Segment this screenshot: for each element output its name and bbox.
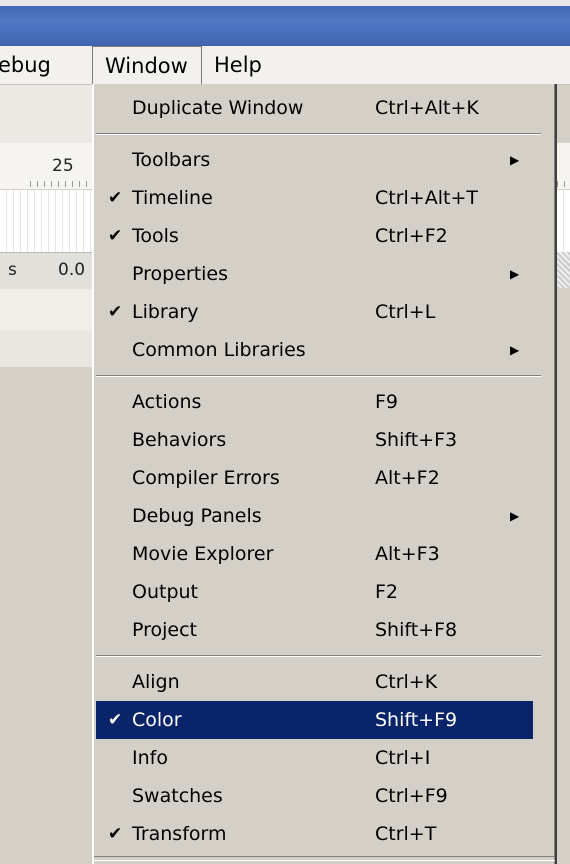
menu-item-behaviors[interactable]: Behaviors Shift+F3 (96, 421, 533, 459)
menu-item-shortcut: Alt+F3 (375, 543, 440, 565)
check-icon: ✔ (108, 188, 123, 208)
menu-item-actions[interactable]: Actions F9 (96, 383, 533, 421)
menu-item-duplicate-window[interactable]: Duplicate Window Ctrl+Alt+K (96, 89, 533, 127)
menu-item-shortcut: Shift+F3 (375, 429, 458, 451)
scroll-area-right (557, 252, 570, 288)
ruler-frame-number: 25 (52, 156, 74, 176)
window-menu-dropdown: Duplicate Window Ctrl+Alt+K Toolbars ▶ ✔ Time… (92, 84, 557, 864)
menu-item-label: Common Libraries (132, 339, 306, 361)
menu-item-label: Toolbars (132, 149, 211, 171)
menu-item-toolbars[interactable]: Toolbars ▶ (96, 141, 533, 179)
timeline-frames-right (557, 190, 570, 252)
menu-item-shortcut: Alt+F2 (375, 467, 440, 489)
menu-item-shortcut: F2 (375, 581, 399, 603)
menu-item-label: Properties (132, 263, 229, 285)
check-icon: ✔ (108, 710, 123, 730)
menu-item-transform[interactable]: ✔ Transform Ctrl+T (96, 815, 533, 853)
timeline-frames (0, 190, 92, 252)
menu-item-label: Duplicate Window (132, 97, 304, 119)
menu-item-timeline[interactable]: ✔ Timeline Ctrl+Alt+T (96, 179, 533, 217)
menu-item-project[interactable]: Project Shift+F8 (96, 611, 533, 649)
menu-item-shortcut: Ctrl+L (375, 301, 436, 323)
menu-separator (96, 133, 541, 135)
menu-item-label: Library (132, 301, 199, 323)
menu-item-properties[interactable]: Properties ▶ (96, 255, 533, 293)
menu-item-label: Behaviors (132, 429, 227, 451)
menu-item-label: Swatches (132, 785, 223, 807)
submenu-arrow-icon: ▶ (510, 509, 520, 523)
menu-item-swatches[interactable]: Swatches Ctrl+F9 (96, 777, 533, 815)
submenu-arrow-icon: ▶ (510, 343, 520, 357)
menu-item-shortcut: Ctrl+Alt+T (375, 187, 478, 209)
menu-item-shortcut: Ctrl+T (375, 823, 437, 845)
menu-item-label: Align (132, 671, 180, 693)
menu-item-label: Timeline (132, 187, 213, 209)
menu-window[interactable]: Window (92, 46, 202, 84)
menu-item-label: Movie Explorer (132, 543, 274, 565)
check-icon: ✔ (108, 302, 123, 322)
toolbar-strip (0, 85, 96, 143)
menu-help[interactable]: Help (214, 46, 262, 84)
menu-item-library[interactable]: ✔ Library Ctrl+L (96, 293, 533, 331)
menu-item-label: Color (132, 709, 182, 731)
menu-item-shortcut: Ctrl+Alt+K (375, 97, 479, 119)
menu-bottom-separator (94, 856, 555, 861)
menu-item-output[interactable]: Output F2 (96, 573, 533, 611)
menu-item-debug-panels[interactable]: Debug Panels ▶ (96, 497, 533, 535)
menubar: ebug Window Help (0, 46, 570, 85)
window-titlebar (0, 0, 570, 46)
menu-item-shortcut: Ctrl+I (375, 747, 431, 769)
menu-item-shortcut: Ctrl+K (375, 671, 438, 693)
menu-item-label: Project (132, 619, 198, 641)
menu-item-movie-explorer[interactable]: Movie Explorer Alt+F3 (96, 535, 533, 573)
menu-item-common-libraries[interactable]: Common Libraries ▶ (96, 331, 533, 369)
menu-item-shortcut: Shift+F9 (375, 709, 458, 731)
submenu-arrow-icon: ▶ (510, 267, 520, 281)
menu-item-info[interactable]: Info Ctrl+I (96, 739, 533, 777)
menu-item-label: Transform (132, 823, 227, 845)
menu-item-label: Tools (132, 225, 179, 247)
menu-debug[interactable]: ebug (0, 46, 51, 84)
menu-item-label: Output (132, 581, 198, 603)
ruler-ticks-right (557, 181, 570, 187)
menu-separator (96, 655, 541, 657)
submenu-arrow-icon: ▶ (510, 153, 520, 167)
menu-item-shortcut: Ctrl+F2 (375, 225, 448, 247)
menu-item-align[interactable]: Align Ctrl+K (96, 663, 533, 701)
fps-value: 0.0 (58, 260, 86, 280)
menu-item-label: Info (132, 747, 168, 769)
panel-area (0, 289, 96, 331)
check-icon: ✔ (108, 824, 123, 844)
menu-item-shortcut: Shift+F8 (375, 619, 458, 641)
menu-item-shortcut: Ctrl+F9 (375, 785, 448, 807)
menu-item-compiler-errors[interactable]: Compiler Errors Alt+F2 (96, 459, 533, 497)
status-label: s (8, 260, 17, 280)
menu-item-label: Actions (132, 391, 202, 413)
ruler-ticks (30, 181, 92, 187)
menu-item-tools[interactable]: ✔ Tools Ctrl+F2 (96, 217, 533, 255)
menu-separator (96, 375, 541, 377)
menu-item-label: Debug Panels (132, 505, 262, 527)
menu-item-color[interactable]: ✔ Color Shift+F9 (96, 701, 533, 739)
menu-item-shortcut: F9 (375, 391, 399, 413)
panel-area-2 (0, 331, 96, 367)
menu-item-label: Compiler Errors (132, 467, 280, 489)
check-icon: ✔ (108, 226, 123, 246)
